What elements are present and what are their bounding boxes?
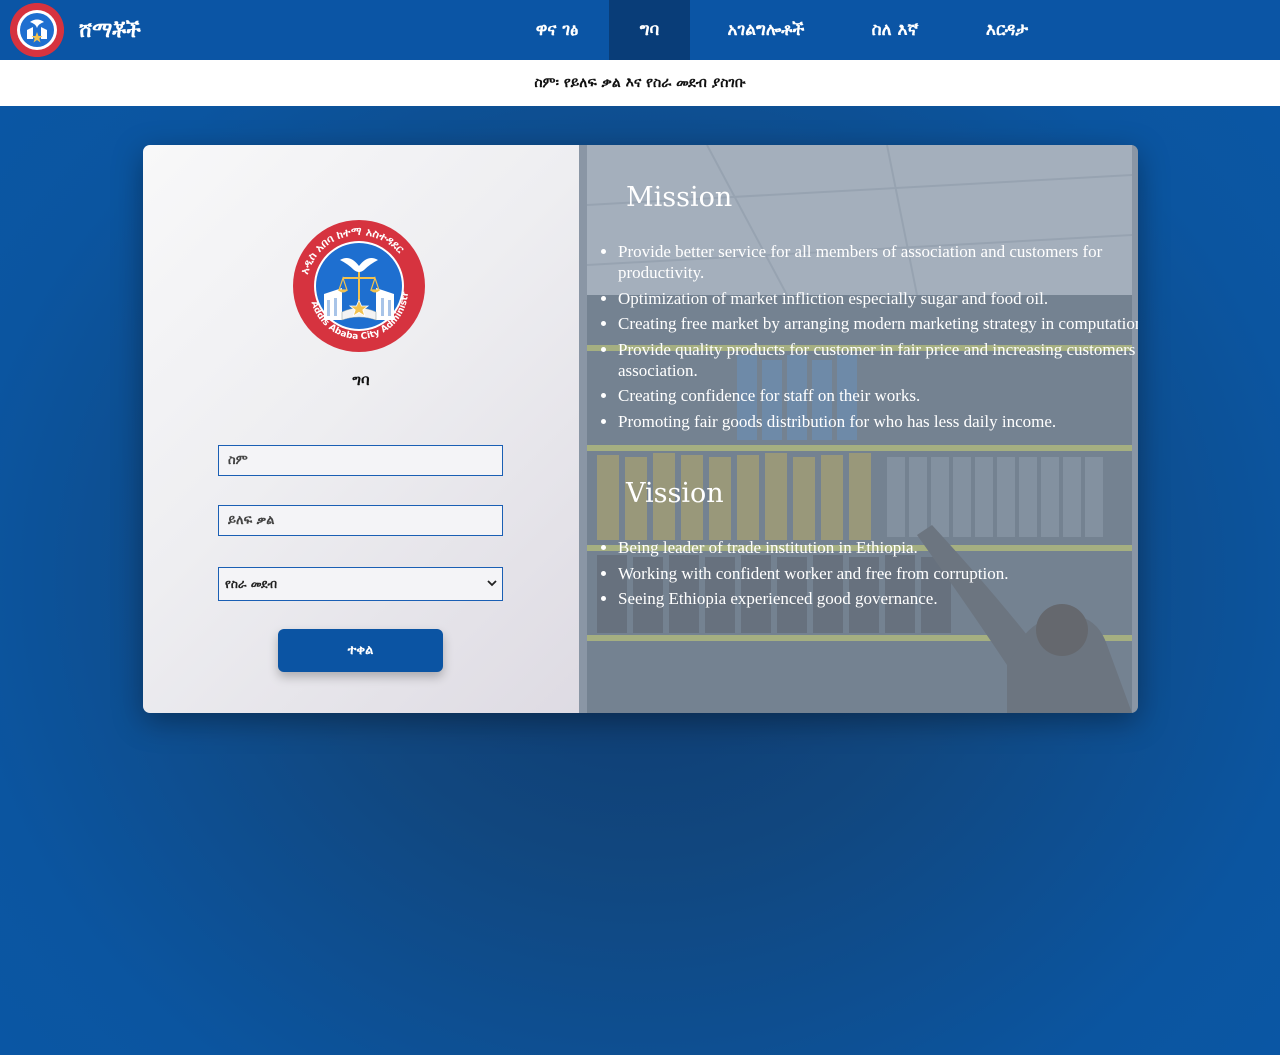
mission-item: Provide better service for all members o…: [618, 241, 1138, 283]
nav-item-services[interactable]: አገልግሎቶች: [696, 0, 836, 60]
vision-heading: Vission: [626, 478, 724, 509]
mission-vision-panel: Mission Provide better service for all m…: [579, 145, 1138, 713]
username-input[interactable]: [218, 445, 503, 476]
role-select[interactable]: የስራ መደብ: [218, 567, 503, 601]
nav-item-login[interactable]: ግባ: [609, 0, 690, 60]
mission-item: Provide quality products for customer in…: [618, 339, 1138, 381]
login-title: ግባ: [352, 371, 370, 389]
login-panel: አዲስ አበባ ከተማ አስተዳደር Addis Ababa City Admi…: [143, 145, 579, 713]
top-navbar: ሸማቾች ዋና ገፅ ግባ አገልግሎቶች ስለ እኛ እርዳታ: [0, 0, 1280, 60]
nav-item-help[interactable]: እርዳታ: [956, 0, 1058, 60]
vision-item: Being leader of trade institution in Eth…: [618, 537, 1138, 558]
vision-item: Seeing Ethiopia experienced good governa…: [618, 588, 1138, 609]
city-seal-logo: አዲስ አበባ ከተማ አስተዳደር Addis Ababa City Admi…: [287, 213, 428, 352]
mission-list: Provide better service for all members o…: [597, 241, 1138, 436]
vision-item: Working with confident worker and free f…: [618, 563, 1138, 584]
login-submit-button[interactable]: ተቀል: [278, 629, 443, 672]
password-input[interactable]: [218, 505, 503, 536]
mission-item: Optimization of market infliction especi…: [618, 288, 1138, 309]
nav-item-about[interactable]: ስለ እኛ: [846, 0, 944, 60]
mission-item: Creating confidence for staff on their w…: [618, 385, 1138, 406]
login-card: አዲስ አበባ ከተማ አስተዳደር Addis Ababa City Admi…: [143, 145, 1138, 713]
chevron-down-icon: [487, 580, 497, 587]
instruction-text: ስም፡ የይለፍ ቃል እና የስራ መደብ ያስገቡ: [534, 75, 746, 91]
role-select-value: የስራ መደብ: [225, 577, 278, 591]
mission-item: Promoting fair goods distribution for wh…: [618, 411, 1138, 432]
vision-list: Being leader of trade institution in Eth…: [597, 537, 1138, 614]
mission-heading: Mission: [626, 182, 733, 213]
brand-logo-icon[interactable]: [10, 3, 64, 57]
mission-item: Creating free market by arranging modern…: [618, 313, 1138, 334]
instruction-bar: ስም፡ የይለፍ ቃል እና የስራ መደብ ያስገቡ: [0, 60, 1280, 106]
brand-name[interactable]: ሸማቾች: [79, 16, 141, 44]
nav-item-home[interactable]: ዋና ገፅ: [508, 0, 606, 60]
